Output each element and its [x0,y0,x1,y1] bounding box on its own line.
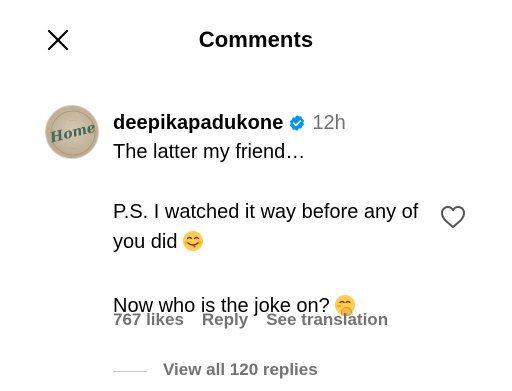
reply-button[interactable]: Reply [202,310,248,330]
see-translation-button[interactable]: See translation [266,310,388,330]
smiling-face-with-tongue-emoji [182,230,204,261]
comment-text: The latter my friend… P.S. I watched it … [113,137,433,325]
view-replies-button[interactable]: View all 120 replies [163,360,318,380]
verified-badge-icon [288,114,306,132]
heart-outline-icon [441,206,465,228]
comment-header: deepikapadukone 12h [113,109,433,137]
likes-count[interactable]: 767 likes [113,310,184,330]
page-title: Comments [198,27,314,52]
comment-time: 12h [312,111,346,134]
avatar-image: Home · · · · · · [46,106,98,158]
avatar[interactable]: Home · · · · · · [45,105,99,159]
comment-actions: 767 likes Reply See translation [113,310,388,330]
username[interactable]: deepikapadukone [113,112,283,135]
comment-paragraph: P.S. I watched it way before any of you … [113,197,433,261]
replies-divider [113,371,147,372]
comment-paragraph: The latter my friend… [113,141,306,163]
comment: deepikapadukone 12h The latter my friend… [113,109,433,325]
svg-text:· · ·: · · · [70,118,76,123]
comments-header: Comments [0,0,512,84]
svg-text:· · ·: · · · [70,146,76,151]
like-button[interactable] [440,205,466,229]
